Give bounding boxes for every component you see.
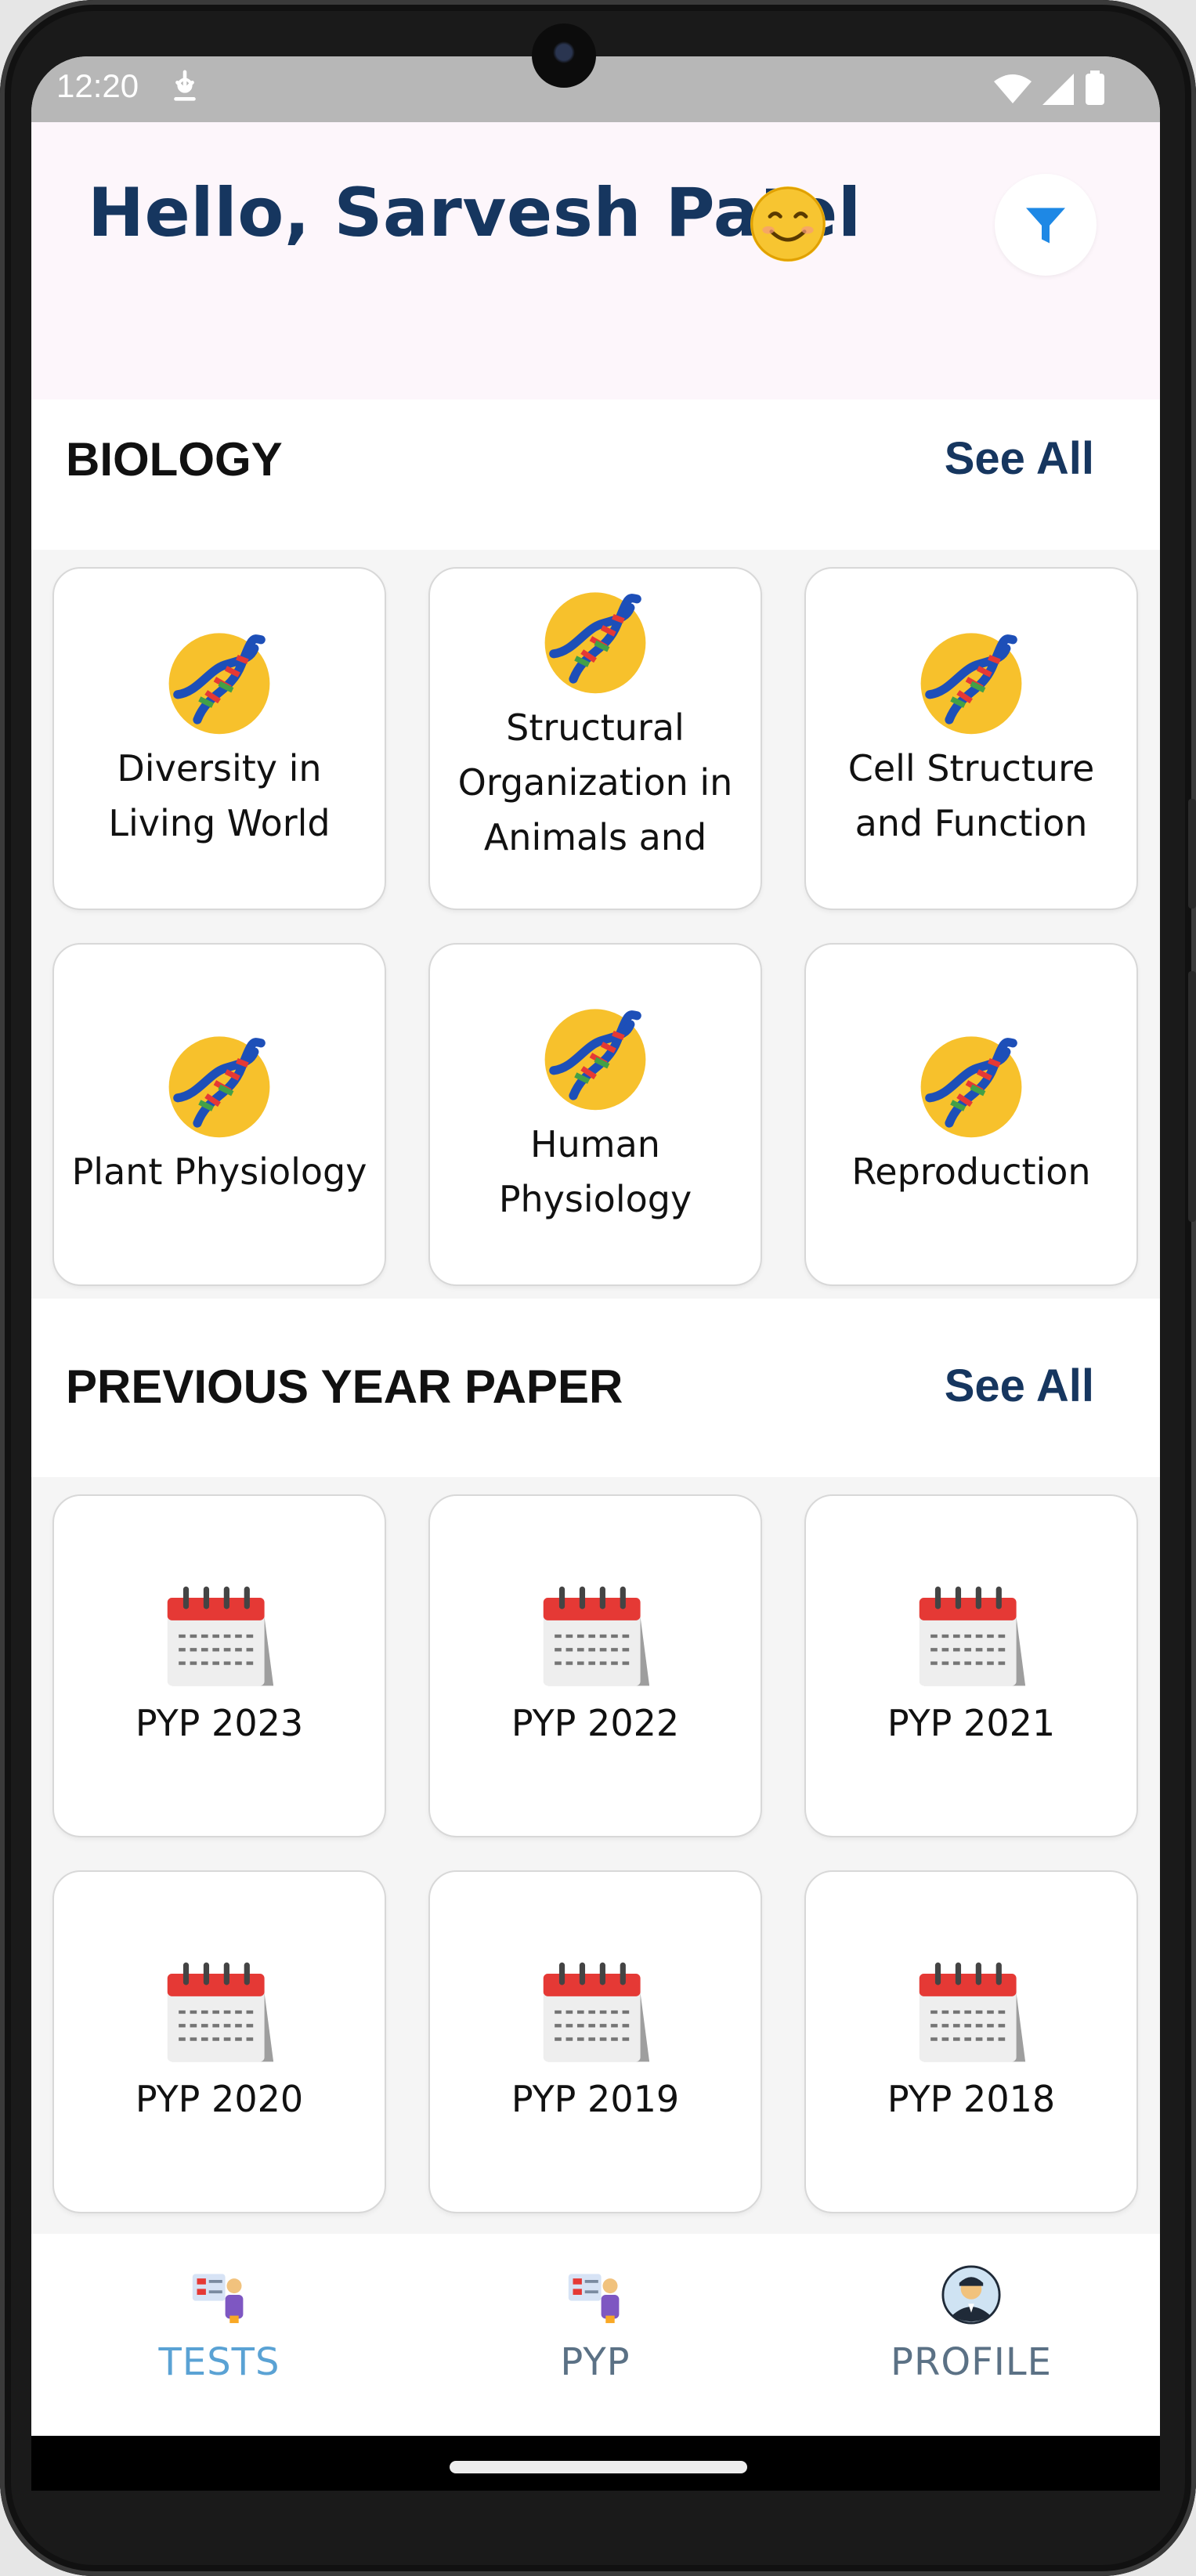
nav-item-pyp[interactable]: PYP — [407, 2234, 783, 2436]
nav-item-tests[interactable]: TESTS — [31, 2234, 407, 2436]
card-label: Reproduction — [851, 1151, 1091, 1193]
dna-icon — [544, 1009, 646, 1111]
calendar-icon — [543, 1586, 650, 1686]
dna-icon — [920, 633, 1022, 735]
card-label: PYP 2021 — [887, 1702, 1056, 1744]
calendar-icon — [167, 1586, 274, 1686]
card-label: PYP 2018 — [887, 2078, 1056, 2120]
nav-label: PYP — [560, 2340, 631, 2384]
dna-icon — [544, 592, 646, 694]
status-bar: 12:20 — [31, 56, 1160, 122]
calendar-icon — [543, 1962, 650, 2062]
status-icons — [994, 70, 1105, 105]
calendar-icon — [919, 1586, 1026, 1686]
home-indicator[interactable] — [450, 2461, 747, 2473]
calendar-icon — [919, 1962, 1026, 2062]
smile-emoji-icon — [750, 186, 826, 262]
wifi-icon — [994, 74, 1032, 103]
dna-icon — [168, 1036, 270, 1138]
card-label: PYP 2023 — [135, 1702, 304, 1744]
card-label: Structural Organization in Animals and — [457, 706, 733, 858]
filter-button[interactable] — [995, 174, 1097, 276]
app-screen: 12:20 Hello, Sarvesh Patel BIOLOGY See A… — [31, 56, 1160, 2436]
download-icon — [174, 70, 196, 101]
biology-card[interactable]: Reproduction — [804, 943, 1138, 1286]
calendar-icon — [167, 1962, 274, 2062]
pyp-card[interactable]: PYP 2021 — [804, 1494, 1138, 1837]
dna-icon — [168, 633, 270, 735]
biology-card[interactable]: Human Physiology — [428, 943, 762, 1286]
pyp-card[interactable]: PYP 2019 — [428, 1870, 762, 2213]
greeting-text: Hello, Sarvesh Patel — [88, 174, 862, 252]
pyp-see-all-link[interactable]: See All — [945, 1360, 1094, 1412]
card-label: Human Physiology — [498, 1123, 692, 1220]
power-button — [1188, 971, 1196, 1222]
nav-label: TESTS — [158, 2340, 280, 2384]
card-label: Cell Structure and Function — [847, 747, 1095, 844]
nav-item-profile[interactable]: PROFILE — [783, 2234, 1159, 2436]
card-label: PYP 2022 — [511, 1702, 680, 1744]
bottom-navigation: TESTS PYP PROFILE — [31, 2234, 1160, 2436]
dna-icon — [920, 1036, 1022, 1138]
biology-card[interactable]: Cell Structure and Function — [804, 567, 1138, 910]
biology-section-title: BIOLOGY — [66, 433, 283, 486]
pyp-card[interactable]: PYP 2023 — [52, 1494, 386, 1837]
front-camera — [532, 23, 596, 88]
volume-button — [1188, 799, 1196, 909]
filter-icon — [1026, 208, 1065, 244]
tests-icon — [192, 2274, 244, 2324]
pyp-card[interactable]: PYP 2018 — [804, 1870, 1138, 2213]
card-label: PYP 2020 — [135, 2078, 304, 2120]
biology-card[interactable]: Structural Organization in Animals and — [428, 567, 762, 910]
nav-label: PROFILE — [891, 2340, 1052, 2384]
status-time: 12:20 — [56, 67, 139, 104]
biology-card[interactable]: Diversity in Living World — [52, 567, 386, 910]
profile-avatar-icon — [941, 2265, 1001, 2325]
signal-icon — [1042, 74, 1074, 105]
biology-see-all-link[interactable]: See All — [945, 432, 1094, 485]
battery-icon — [1086, 70, 1104, 105]
card-label: Plant Physiology — [71, 1151, 367, 1193]
greeting-header — [31, 122, 1160, 399]
device-frame: 12:20 Hello, Sarvesh Patel BIOLOGY See A… — [0, 0, 1196, 2576]
card-label: PYP 2019 — [511, 2078, 680, 2120]
pyp-card[interactable]: PYP 2020 — [52, 1870, 386, 2213]
pyp-card[interactable]: PYP 2022 — [428, 1494, 762, 1837]
pyp-section-title: PREVIOUS YEAR PAPER — [66, 1360, 623, 1413]
biology-card[interactable]: Plant Physiology — [52, 943, 386, 1286]
card-label: Diversity in Living World — [108, 747, 331, 844]
pyp-icon — [568, 2274, 620, 2324]
